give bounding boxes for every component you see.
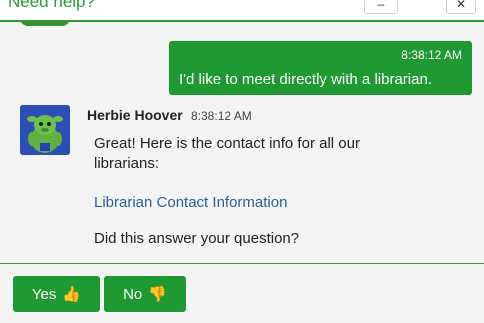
bot-name: Herbie Hoover [87,107,183,123]
monster-mascot-icon [20,105,70,155]
bot-message-text: Great! Here is the contact info for all … [94,135,360,172]
no-button[interactable]: No 👎 [104,276,186,312]
bot-question-text: Did this answer your question? [94,230,300,247]
chat-header: Need help? – ✕ [0,0,484,20]
bot-avatar [20,105,70,155]
close-button[interactable]: ✕ [446,0,476,14]
quick-reply-bar: Yes 👍 No 👎 [0,264,484,323]
thumbs-down-icon: 👎 [148,286,167,303]
minimize-icon: – [377,0,385,11]
yes-button[interactable]: Yes 👍 [13,276,100,312]
yes-button-label: Yes [31,285,57,303]
bot-message-time: 8:38:12 AM [191,109,252,123]
librarian-contact-link[interactable]: Librarian Contact Information [94,194,287,211]
user-message-time: 8:38:12 AM [401,48,462,62]
chat-transcript[interactable]: 8:38:12 AM I'd like to meet directly wit… [0,20,484,263]
chat-title: Need help? [8,0,95,11]
user-message-text: I'd like to meet directly with a librari… [179,71,432,88]
minimize-button[interactable]: – [364,0,398,14]
no-button-label: No [123,285,143,303]
header-divider [0,20,484,22]
user-message-bubble: 8:38:12 AM I'd like to meet directly wit… [169,41,472,95]
thumbs-up-icon: 👍 [62,286,82,303]
close-icon: ✕ [455,0,467,11]
